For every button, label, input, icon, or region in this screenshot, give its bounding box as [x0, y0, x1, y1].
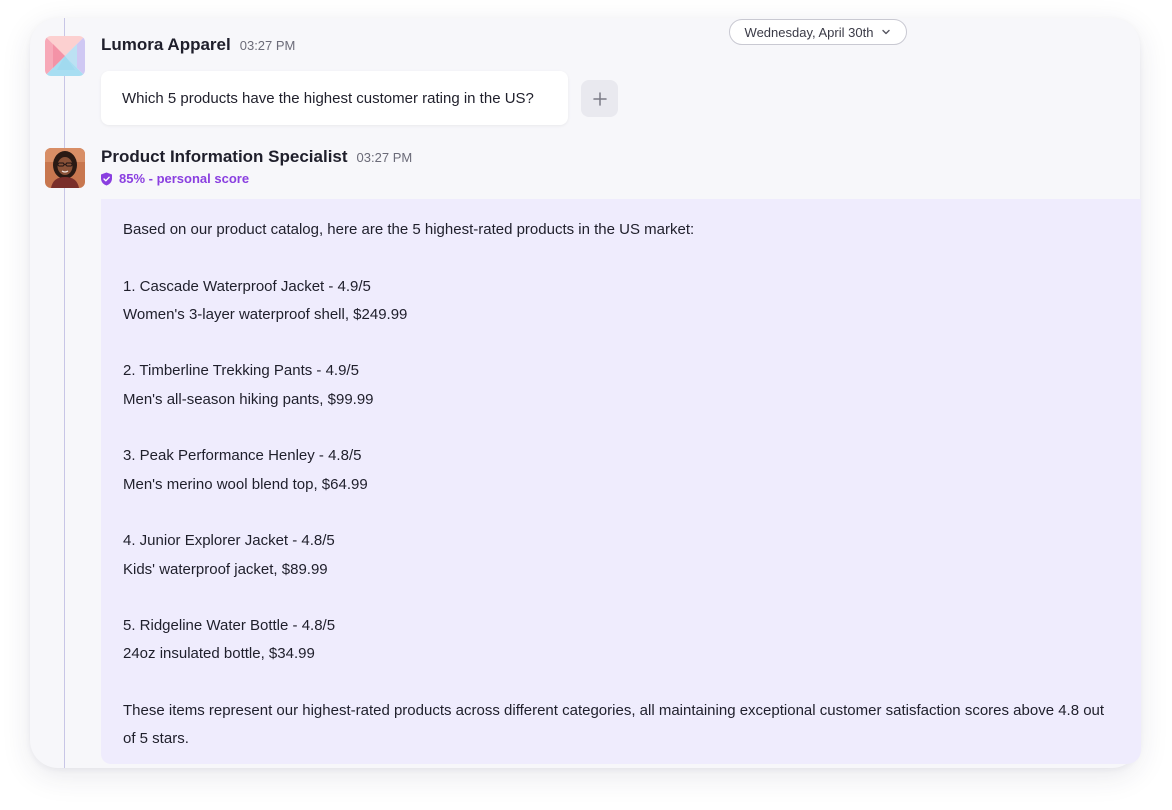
- product-detail: Men's all-season hiking pants, $99.99: [123, 390, 374, 408]
- user-message-bubble: Which 5 products have the highest custom…: [101, 71, 568, 125]
- product-title: 3. Peak Performance Henley - 4.8/5: [123, 447, 362, 465]
- user-message-text: Which 5 products have the highest custom…: [122, 89, 534, 107]
- brand-logo-avatar: [45, 36, 85, 76]
- product-title: 2. Timberline Trekking Pants - 4.9/5: [123, 362, 359, 380]
- reply-intro: Based on our product catalog, here are t…: [123, 221, 695, 238]
- product-detail: 24oz insulated bottle, $34.99: [123, 645, 315, 663]
- chevron-down-icon: [882, 29, 891, 35]
- product-title: 5. Ridgeline Water Bottle - 4.8/5: [123, 617, 336, 635]
- product-detail: Kids' waterproof jacket, $89.99: [123, 560, 328, 578]
- product-title: 4. Junior Explorer Jacket - 4.8/5: [123, 532, 335, 550]
- sender-name: Product Information Specialist: [101, 147, 348, 166]
- specialist-avatar: [45, 148, 85, 188]
- date-selector[interactable]: Wednesday, April 30th: [729, 19, 907, 45]
- verified-shield-icon: [101, 172, 112, 185]
- product-detail: Men's merino wool blend top, $64.99: [123, 475, 368, 493]
- assistant-message-bubble: Based on our product catalog, here are t…: [101, 199, 1141, 764]
- date-label: Wednesday, April 30th: [744, 24, 874, 40]
- product-title: 1. Cascade Waterproof Jacket - 4.9/5: [123, 277, 371, 295]
- add-button[interactable]: [581, 80, 618, 117]
- message-timestamp: 03:27 PM: [356, 150, 413, 165]
- message-header: Lumora Apparel 03:27 PM: [101, 35, 295, 55]
- product-detail: Women's 3-layer waterproof shell, $249.9…: [123, 305, 408, 323]
- thread-line: [64, 18, 65, 768]
- sender-name: Lumora Apparel: [101, 35, 231, 54]
- message-header: Product Information Specialist 03:27 PM: [101, 147, 412, 167]
- reply-outro: These items represent our highest-rated …: [123, 702, 1105, 748]
- message-timestamp: 03:27 PM: [239, 38, 296, 53]
- personal-score-badge: 85% - personal score: [100, 171, 249, 186]
- score-text: 85% - personal score: [119, 171, 250, 186]
- plus-icon: [592, 91, 607, 106]
